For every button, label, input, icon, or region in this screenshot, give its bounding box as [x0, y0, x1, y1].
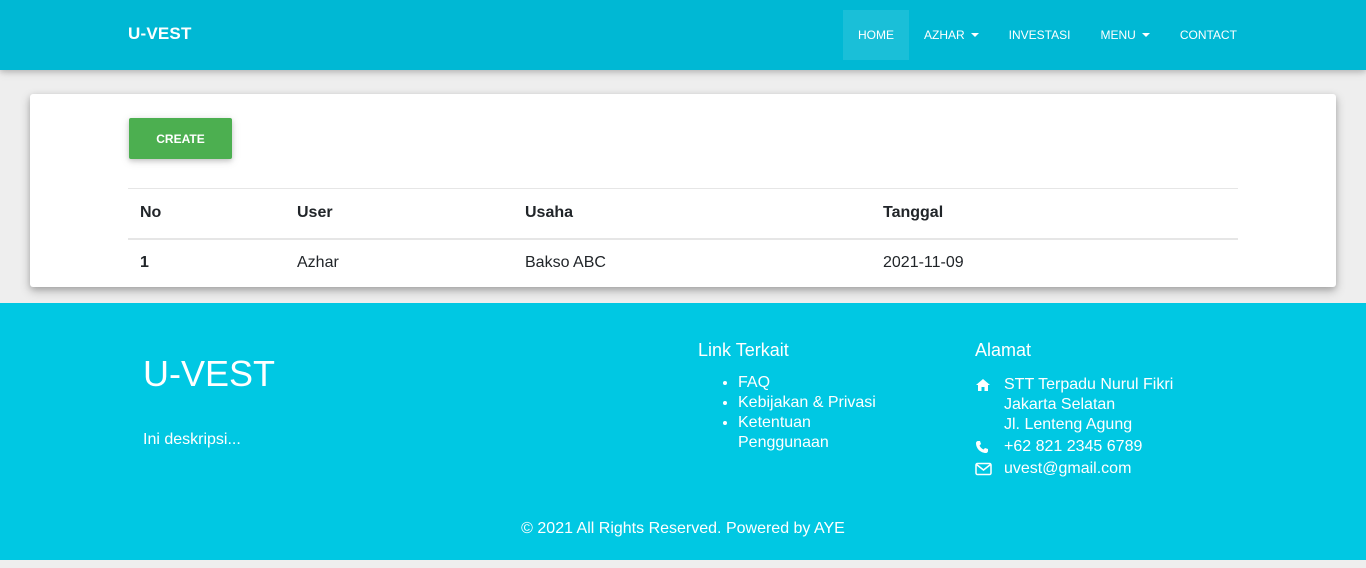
cell-tanggal: 2021-11-09 — [883, 254, 964, 271]
nav-item-label: Investasi — [1008, 28, 1071, 42]
content-card: CREATE No User Usaha Tanggal 1 Azhar Bak… — [30, 94, 1336, 287]
address-line: Jl. Lenteng Agung — [1004, 416, 1133, 433]
phone-number: +62 821 2345 6789 — [1004, 438, 1143, 455]
cell-usaha: Bakso ABC — [525, 254, 606, 271]
column-header-usaha: Usaha — [525, 204, 574, 222]
footer-description: Ini deskripsi... — [143, 431, 241, 448]
nav-item-contact[interactable]: Contact — [1165, 10, 1252, 60]
list-item: FAQ — [738, 373, 888, 393]
investment-table: No User Usaha Tanggal 1 Azhar Bakso ABC … — [128, 188, 1238, 287]
address-lines: STT Terpadu Nurul Fikri Jakarta Selatan … — [1004, 375, 1173, 435]
list-item: Ketentuan Penggunaan — [738, 413, 888, 453]
address-line: Jakarta Selatan — [1004, 396, 1116, 413]
link-faq[interactable]: FAQ — [738, 374, 770, 391]
email-address: uvest@gmail.com — [1004, 460, 1132, 477]
list-item: Kebijakan & Privasi — [738, 393, 888, 413]
top-navbar: U-VEST Home Azhar Investasi Menu Contact — [0, 0, 1366, 70]
nav-menu: Home Azhar Investasi Menu Contact — [843, 10, 1252, 60]
caret-down-icon — [970, 33, 979, 37]
nav-item-azhar-dropdown[interactable]: Azhar — [909, 10, 994, 60]
nav-item-label: Menu — [1100, 28, 1136, 42]
page-footer: U-VEST Ini deskripsi... Link Terkait FAQ… — [0, 303, 1366, 560]
links-title: Link Terkait — [698, 340, 789, 360]
cell-no: 1 — [140, 254, 149, 271]
nav-item-label: Azhar — [924, 28, 965, 42]
address-line: STT Terpadu Nurul Fikri — [1004, 376, 1174, 393]
nav-item-investasi[interactable]: Investasi — [994, 10, 1086, 60]
table-header-row: No User Usaha Tanggal — [128, 188, 1238, 239]
nav-item-label: Home — [858, 28, 894, 42]
nav-item-label: Contact — [1179, 28, 1237, 42]
home-icon — [975, 375, 1004, 435]
column-header-no: No — [140, 204, 162, 222]
envelope-icon — [975, 459, 1004, 479]
nav-item-menu-dropdown[interactable]: Menu — [1085, 10, 1164, 60]
create-button[interactable]: CREATE — [129, 118, 232, 159]
footer-brand: U-VEST — [143, 353, 276, 394]
table-row: 1 Azhar Bakso ABC 2021-11-09 — [128, 239, 1238, 287]
link-terms[interactable]: Ketentuan Penggunaan — [738, 414, 829, 451]
address-title: Alamat — [975, 340, 1032, 360]
nav-item-home[interactable]: Home — [843, 10, 909, 60]
related-links-list: FAQ Kebijakan & Privasi Ketentuan Penggu… — [738, 373, 888, 453]
navbar-brand[interactable]: U-VEST — [128, 24, 192, 44]
phone-row: +62 821 2345 6789 — [975, 437, 1173, 457]
address-block: STT Terpadu Nurul Fikri Jakarta Selatan … — [975, 375, 1173, 479]
link-privacy[interactable]: Kebijakan & Privasi — [738, 394, 876, 411]
address-row: STT Terpadu Nurul Fikri Jakarta Selatan … — [975, 375, 1173, 435]
cell-user: Azhar — [297, 254, 339, 271]
column-header-tanggal: Tanggal — [883, 204, 944, 222]
caret-down-icon — [1141, 33, 1150, 37]
copyright-text: © 2021 All Rights Reserved. Powered by A… — [521, 520, 845, 537]
phone-icon — [975, 437, 1004, 457]
column-header-user: User — [297, 204, 333, 222]
email-row: uvest@gmail.com — [975, 459, 1173, 479]
